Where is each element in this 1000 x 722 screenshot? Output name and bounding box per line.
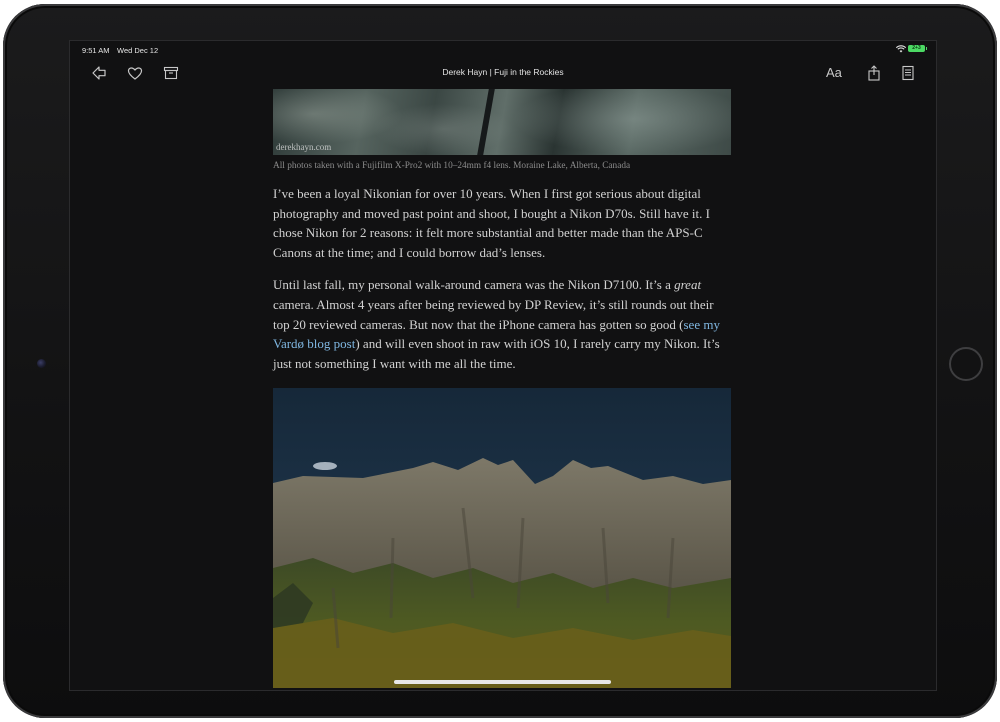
status-bar: 9:51 AM Wed Dec 12 2+3 — [70, 41, 936, 58]
home-indicator[interactable] — [394, 680, 611, 684]
ipad-frame: 9:51 AM Wed Dec 12 2+3 Derek Hayn | Fuji… — [3, 4, 997, 718]
front-camera — [37, 359, 46, 368]
share-icon[interactable] — [865, 64, 883, 82]
home-button[interactable] — [949, 347, 983, 381]
page-title: Derek Hayn | Fuji in the Rockies — [442, 67, 564, 77]
photo-detail — [477, 89, 495, 155]
paragraph-1: I’ve been a loyal Nikonian for over 10 y… — [273, 186, 710, 260]
font-settings-button[interactable]: Aa — [826, 65, 842, 80]
photo-caption: All photos taken with a Fujifilm X-Pro2 … — [273, 161, 631, 171]
paragraph-2-text-a: Until last fall, my personal walk-around… — [273, 277, 675, 293]
screen: 9:51 AM Wed Dec 12 2+3 Derek Hayn | Fuji… — [70, 41, 936, 690]
battery-label: 2+3 — [912, 45, 921, 51]
mountain-photo — [273, 388, 731, 689]
article-content: derekhayn.com All photos taken with a Fu… — [273, 89, 731, 689]
rock-photo: derekhayn.com — [273, 89, 731, 155]
photo-watermark: derekhayn.com — [276, 142, 332, 152]
wifi-icon — [896, 45, 906, 53]
reader-list-icon[interactable] — [899, 64, 917, 82]
toolbar: Derek Hayn | Fuji in the Rockies Aa — [70, 58, 936, 89]
status-time: 9:51 AM — [82, 46, 110, 55]
paragraph-2-text-b: camera. Almost 4 years after being revie… — [273, 296, 714, 332]
paragraph-2-emphasis: great — [674, 277, 702, 293]
paragraph-2: Until last fall, my personal walk-around… — [273, 275, 731, 373]
battery-icon: 2+3 — [908, 45, 927, 52]
status-date: Wed Dec 12 — [117, 46, 159, 55]
mountain-illustration — [273, 458, 731, 689]
